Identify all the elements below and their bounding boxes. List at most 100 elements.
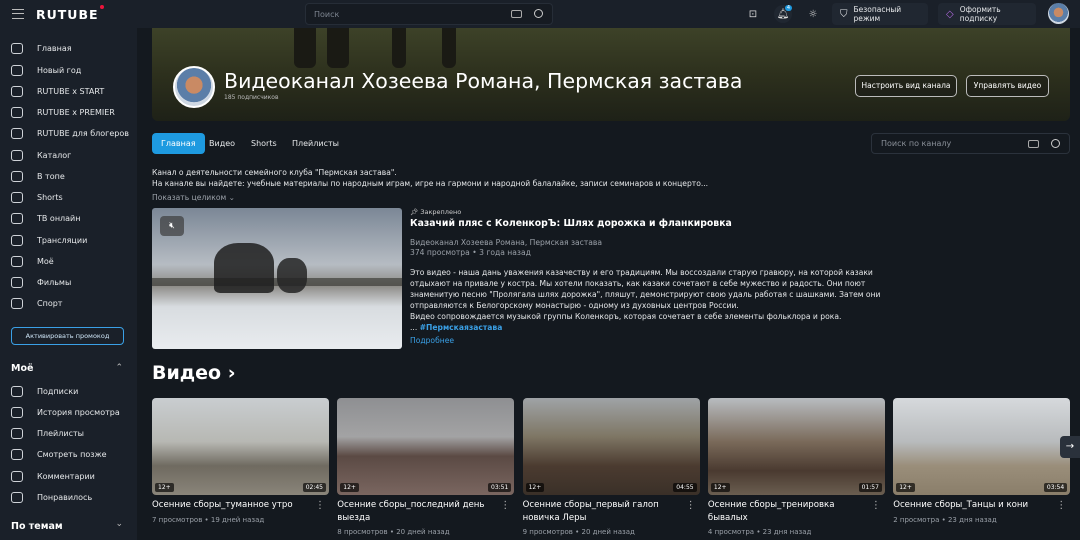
video-card[interactable]: 12+ 04:55 Осенние сборы_первый галоп нови…	[522, 398, 700, 536]
chevron-up-icon[interactable]: ⌃	[115, 363, 123, 373]
video-thumbnail[interactable]: 12+ 04:55	[522, 398, 700, 495]
sidebar-item[interactable]: Плейлисты	[0, 423, 137, 443]
keyboard-icon[interactable]	[511, 10, 522, 18]
pinned-video-player[interactable]: 🔇︎	[152, 208, 402, 349]
rutube-logo[interactable]: RUTUBE	[36, 5, 104, 22]
video-thumbnail[interactable]: 12+ 03:51	[337, 398, 515, 495]
diamond-icon: ◇	[946, 8, 954, 20]
sidebar-item[interactable]: ТВ онлайн	[0, 208, 137, 228]
more-options-icon[interactable]: ⋮	[686, 500, 696, 511]
age-badge: 12+	[340, 483, 359, 492]
chevron-down-icon[interactable]: ⌄	[115, 519, 123, 529]
start-icon	[11, 85, 23, 97]
subscriptions-icon	[11, 385, 23, 397]
channel-avatar[interactable]	[173, 66, 215, 108]
films-icon	[11, 276, 23, 288]
video-meta: 2 просмотра • 23 дня назад	[893, 515, 997, 524]
tab-shorts[interactable]: Shorts	[242, 133, 286, 154]
notifications-icon[interactable]: 🔔︎ 4	[774, 5, 792, 23]
video-title[interactable]: Осенние сборы_последний день выезда	[337, 499, 497, 524]
tab-videos[interactable]: Видео	[200, 133, 244, 154]
video-card[interactable]: 12+ 01:57 Осенние сборы_тренировка бывалы…	[707, 398, 885, 536]
sidebar-item[interactable]: Трансляции	[0, 230, 137, 250]
pinned-video-author[interactable]: Видеоканал Хозеева Романа, Пермская заст…	[410, 238, 602, 247]
sidebar-item[interactable]: Подписки	[0, 381, 137, 401]
video-title[interactable]: Осенние сборы_тренировка бывалых	[708, 499, 868, 524]
sidebar: Главная Новый год RUTUBE x START RUTUBE x P…	[0, 28, 137, 540]
video-meta: 8 просмотров • 20 дней назад	[337, 528, 450, 536]
hashtag-link[interactable]: #Пермскаязастава	[420, 323, 503, 332]
next-arrow-button[interactable]: →	[1060, 436, 1080, 458]
sidebar-item[interactable]: Фильмы	[0, 272, 137, 292]
duration-badge: 04:55	[673, 483, 697, 492]
pinned-video-title[interactable]: Казачий пляс с КоленкорЪ: Шлях дорожка и…	[410, 218, 732, 229]
age-badge: 12+	[155, 483, 174, 492]
sidebar-item[interactable]: Главная	[0, 38, 137, 58]
pinned-video-description: Это видео - наша дань уважения казачеств…	[410, 268, 881, 332]
sidebar-item[interactable]: Shorts	[0, 187, 137, 207]
video-title[interactable]: Осенние сборы_Танцы и кони	[893, 499, 1053, 512]
chevron-right-icon: ›	[227, 362, 236, 384]
subscribe-button[interactable]: ◇ Оформить подписку	[938, 3, 1036, 25]
tab-playlists[interactable]: Плейлисты	[283, 133, 348, 154]
sidebar-item[interactable]: RUTUBE для блогеров	[0, 123, 137, 143]
search-icon[interactable]	[534, 9, 543, 18]
more-link[interactable]: Подробнее	[410, 336, 454, 345]
customize-channel-button[interactable]: Настроить вид канала	[855, 75, 957, 97]
like-icon	[11, 491, 23, 503]
safe-mode-button[interactable]: ⛉ Безопасный режим	[832, 3, 928, 25]
sidebar-item[interactable]: В топе	[0, 166, 137, 186]
sidebar-item[interactable]: Смотреть позже	[0, 444, 137, 464]
videos-section-heading[interactable]: Видео ›	[152, 362, 236, 384]
show-all-button[interactable]: Показать целиком ⌄	[152, 193, 235, 202]
sidebar-item[interactable]: Спорт	[0, 293, 137, 313]
keyboard-icon[interactable]	[1028, 140, 1039, 148]
video-thumbnail[interactable]: 12+ 03:54	[893, 398, 1071, 495]
video-card[interactable]: 12+ 03:51 Осенние сборы_последний день вы…	[337, 398, 515, 536]
video-card[interactable]: 12+ 02:45 Осенние сборы_туманное утро 7 п…	[152, 398, 329, 524]
theme-toggle-icon[interactable]: ☼	[804, 5, 822, 23]
sidebar-item[interactable]: Моё	[0, 251, 137, 271]
pinned-video-meta: 374 просмотра • 3 года назад	[410, 248, 531, 257]
pinned-label: 📌︎ Закреплено	[410, 208, 462, 216]
sidebar-item[interactable]: Комментарии	[0, 466, 137, 486]
video-title[interactable]: Осенние сборы_туманное утро	[152, 499, 312, 512]
sidebar-item[interactable]: История просмотра	[0, 402, 137, 422]
sidebar-item[interactable]: RUTUBE x PREMIER	[0, 102, 137, 122]
more-options-icon[interactable]: ⋮	[871, 500, 881, 511]
catalog-icon	[11, 149, 23, 161]
sidebar-item[interactable]: Новый год	[0, 60, 137, 80]
subscriber-count: 185 подписчиков	[224, 94, 279, 101]
watch-later-icon	[11, 448, 23, 460]
tv-icon	[11, 212, 23, 224]
menu-icon[interactable]	[12, 9, 24, 19]
mute-icon[interactable]: 🔇︎	[160, 216, 184, 236]
pin-icon: 📌︎	[410, 208, 419, 216]
duration-badge: 01:57	[858, 483, 882, 492]
video-thumbnail[interactable]: 12+ 02:45	[152, 398, 329, 495]
history-icon	[11, 406, 23, 418]
video-card[interactable]: 12+ 03:54 Осенние сборы_Танцы и кони 2 пр…	[893, 398, 1071, 524]
video-title[interactable]: Осенние сборы_первый галоп новичка Леры	[523, 499, 683, 524]
sidebar-item[interactable]: Каталог	[0, 145, 137, 165]
comments-icon	[11, 470, 23, 482]
chevron-down-icon: ⌄	[228, 193, 235, 202]
top-icon	[11, 170, 23, 182]
channel-search-input[interactable]: Поиск по каналу	[871, 133, 1070, 154]
sidebar-item[interactable]: Понравилось	[0, 487, 137, 507]
search-input[interactable]: Поиск	[305, 3, 553, 25]
more-options-icon[interactable]: ⋮	[500, 500, 510, 511]
sidebar-item[interactable]: RUTUBE x START	[0, 81, 137, 101]
upload-icon[interactable]: ⊡	[744, 5, 762, 23]
manage-videos-button[interactable]: Управлять видео	[966, 75, 1049, 97]
more-options-icon[interactable]: ⋮	[315, 500, 325, 511]
bloggers-icon	[11, 127, 23, 139]
tab-main[interactable]: Главная	[152, 133, 205, 154]
activate-promo-button[interactable]: Активировать промокод	[11, 327, 124, 345]
tree-icon	[11, 64, 23, 76]
more-options-icon[interactable]: ⋮	[1056, 500, 1066, 511]
video-thumbnail[interactable]: 12+ 01:57	[707, 398, 885, 495]
search-icon[interactable]	[1051, 139, 1060, 148]
duration-badge: 02:45	[302, 483, 326, 492]
user-avatar[interactable]	[1048, 3, 1069, 24]
